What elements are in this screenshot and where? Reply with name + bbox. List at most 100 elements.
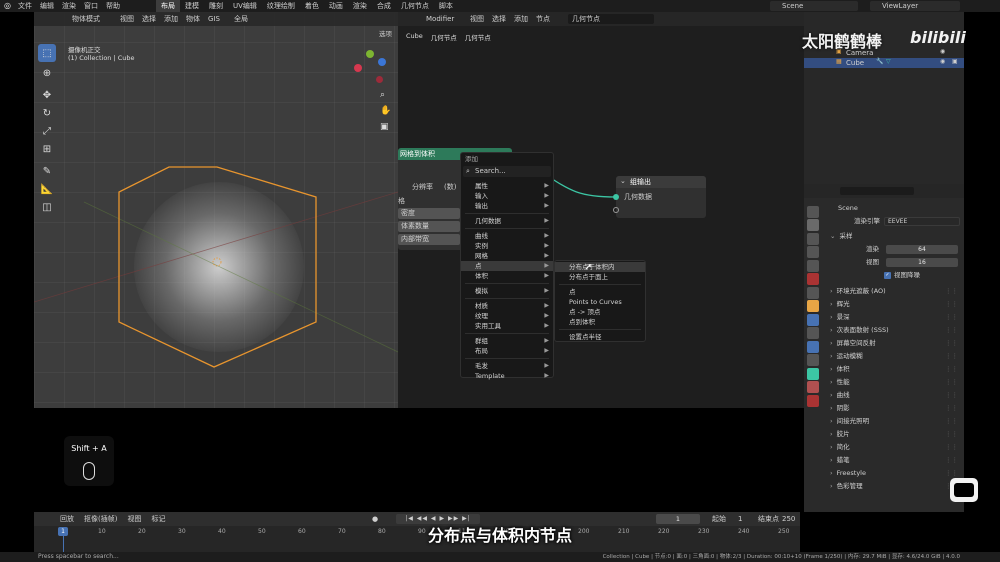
particles-tab-icon[interactable] <box>807 327 819 339</box>
outliner-row-cube[interactable]: ▦ Cube 🔧 ▽ ◉ ▣ <box>804 58 964 68</box>
property-panel[interactable]: › Freestyle ⋮⋮ <box>824 467 964 480</box>
3d-viewport[interactable]: 物体模式 视图 选择 添加 物体 GIS 全局 选项 摄像机正交 (1) Collect… <box>34 12 398 408</box>
sampling-panel[interactable]: ⌄ 采样 <box>824 230 964 243</box>
workspace-tab[interactable]: 着色 <box>300 0 324 12</box>
add-menu-item[interactable]: 网格 ▶ <box>461 251 553 261</box>
submenu-item[interactable]: 点 <box>555 287 645 297</box>
property-panel[interactable]: › 环境光遮蔽 (AO) ⋮⋮ <box>824 285 964 298</box>
property-panel[interactable]: › 景深 ⋮⋮ <box>824 311 964 324</box>
workspace-tab[interactable]: 动画 <box>324 0 348 12</box>
submenu-item[interactable]: 点到体积 <box>555 317 645 327</box>
submenu-item[interactable]: 设置点半径 <box>555 332 645 342</box>
rotate-tool-icon[interactable]: ↻ <box>38 104 56 122</box>
tool-tab-icon[interactable] <box>807 205 819 218</box>
property-panel[interactable]: › 胶片 ⋮⋮ <box>824 428 964 441</box>
blender-logo-icon[interactable]: ◎ <box>4 1 11 10</box>
add-menu-item[interactable]: 几何数据 ▶ <box>461 216 553 226</box>
gizmo-z-icon[interactable] <box>378 58 386 66</box>
view-layer-tab-icon[interactable] <box>807 246 819 258</box>
scene-selector[interactable]: Scene <box>770 1 858 11</box>
camera-view-icon[interactable]: ▣ <box>380 122 389 132</box>
render-samples-field[interactable]: 64 <box>886 245 958 254</box>
drag-handle-icon[interactable]: ⋮⋮ <box>945 285 958 298</box>
measure-tool-icon[interactable]: 📐 <box>38 180 56 198</box>
object-tab-icon[interactable] <box>807 300 819 312</box>
drag-handle-icon[interactable]: ⋮⋮ <box>945 376 958 389</box>
empty-socket-icon[interactable] <box>613 207 619 213</box>
node-editor[interactable]: Modifier 视图 选择 添加 节点 几何节点 Cube 几何节点 几何节点 网格… <box>398 12 804 408</box>
drag-handle-icon[interactable]: ⋮⋮ <box>945 350 958 363</box>
material-tab-icon[interactable] <box>807 381 819 393</box>
submenu-item[interactable]: 分布点于面上 <box>555 272 645 282</box>
property-panel[interactable]: › 次表面散射 (SSS) ⋮⋮ <box>824 324 964 337</box>
gizmo-neg-icon[interactable] <box>376 76 383 83</box>
workspace-tab[interactable]: 脚本 <box>434 0 458 12</box>
render-camera-icon[interactable]: ▣ <box>952 58 958 65</box>
property-panel[interactable]: › 性能 ⋮⋮ <box>824 376 964 389</box>
workspace-tab[interactable]: 建模 <box>180 0 204 12</box>
modifier-tab-icon[interactable] <box>807 313 819 326</box>
add-menu-item[interactable]: 点 ▶ <box>461 261 553 271</box>
viewlayer-selector[interactable]: ViewLayer <box>870 1 960 11</box>
workspace-tab[interactable]: 合成 <box>372 0 396 12</box>
add-menu-item[interactable]: 属性 ▶ <box>461 181 553 191</box>
group-output-node[interactable]: ⌄ 组输出 几何数据 <box>613 176 706 218</box>
viewport-samples-field[interactable]: 16 <box>886 258 958 267</box>
add-menu-item[interactable]: 材质 ▶ <box>461 301 553 311</box>
physics-tab-icon[interactable] <box>807 340 819 353</box>
constraints-tab-icon[interactable] <box>807 354 819 366</box>
property-panel[interactable]: › 辉光 ⋮⋮ <box>824 298 964 311</box>
drag-handle-icon[interactable]: ⋮⋮ <box>945 402 958 415</box>
data-tab-icon[interactable] <box>807 367 819 380</box>
workspace-tab[interactable]: 几何节点 <box>396 0 434 12</box>
density-field[interactable]: 密度 <box>398 208 460 219</box>
modifier-wrench-icon[interactable]: 🔧 <box>876 58 883 65</box>
workspace-tab[interactable]: 雕刻 <box>204 0 228 12</box>
add-menu-item[interactable]: 实例 ▶ <box>461 241 553 251</box>
add-menu-item[interactable]: 布局 ▶ <box>461 346 553 356</box>
add-menu-item[interactable]: 纹理 ▶ <box>461 311 553 321</box>
zoom-icon[interactable]: ⌕ <box>380 90 385 100</box>
mesh-data-icon[interactable]: ▽ <box>886 58 891 65</box>
geometry-socket-icon[interactable] <box>613 194 619 200</box>
collection-tab-icon[interactable] <box>807 286 819 299</box>
menu-item[interactable]: 文件 <box>18 0 32 12</box>
collapse-chevron-icon[interactable]: ⌄ <box>620 177 626 185</box>
add-menu-item[interactable]: 输出 ▶ <box>461 201 553 211</box>
transform-tool-icon[interactable]: ⊞ <box>38 140 56 158</box>
denoise-checkbox[interactable]: ✓ <box>884 272 891 279</box>
add-menu-item[interactable]: 曲线 ▶ <box>461 231 553 241</box>
pan-hand-icon[interactable]: ✋ <box>380 106 391 116</box>
add-menu-item[interactable]: 模拟 ▶ <box>461 286 553 296</box>
scene-tab-icon[interactable] <box>807 259 819 272</box>
drag-handle-icon[interactable]: ⋮⋮ <box>945 324 958 337</box>
workspace-tab[interactable]: 纹理绘制 <box>262 0 300 12</box>
world-tab-icon[interactable] <box>807 273 819 285</box>
drag-handle-icon[interactable]: ⋮⋮ <box>945 428 958 441</box>
submenu-item[interactable]: 分布点于体积内 <box>555 262 645 272</box>
resolution-mode[interactable]: (数) <box>444 182 456 192</box>
select-box-tool-icon[interactable]: ⬚ <box>38 44 56 62</box>
workspace-tab[interactable]: 布局 <box>156 0 180 12</box>
gizmo-x-icon[interactable] <box>354 64 362 72</box>
navigation-gizmo[interactable] <box>350 50 390 90</box>
workspace-tab[interactable]: UV编辑 <box>228 0 262 12</box>
texture-tab-icon[interactable] <box>807 394 819 407</box>
drag-handle-icon[interactable]: ⋮⋮ <box>945 415 958 428</box>
scale-tool-icon[interactable]: ⤢ <box>38 122 56 140</box>
menu-item[interactable]: 编辑 <box>40 0 54 12</box>
property-panel[interactable]: › 间接光照明 ⋮⋮ <box>824 415 964 428</box>
submenu-item[interactable]: 点 -> 顶点 <box>555 307 645 317</box>
property-panel[interactable]: › 阴影 ⋮⋮ <box>824 402 964 415</box>
add-menu-item[interactable]: 输入 ▶ <box>461 191 553 201</box>
add-menu-search[interactable]: ⌕ Search... <box>463 166 551 177</box>
add-menu-item[interactable]: 毛发 ▶ <box>461 361 553 371</box>
drag-handle-icon[interactable]: ⋮⋮ <box>945 298 958 311</box>
property-panel[interactable]: › 简化 ⋮⋮ <box>824 441 964 454</box>
cursor-tool-icon[interactable]: ⊕ <box>38 64 56 82</box>
move-tool-icon[interactable]: ✥ <box>38 86 56 104</box>
property-panel[interactable]: › 曲线 ⋮⋮ <box>824 389 964 402</box>
gizmo-y-icon[interactable] <box>366 50 374 58</box>
add-menu-item[interactable]: 体积 ▶ <box>461 271 553 281</box>
add-menu-item[interactable]: 群组 ▶ <box>461 336 553 346</box>
